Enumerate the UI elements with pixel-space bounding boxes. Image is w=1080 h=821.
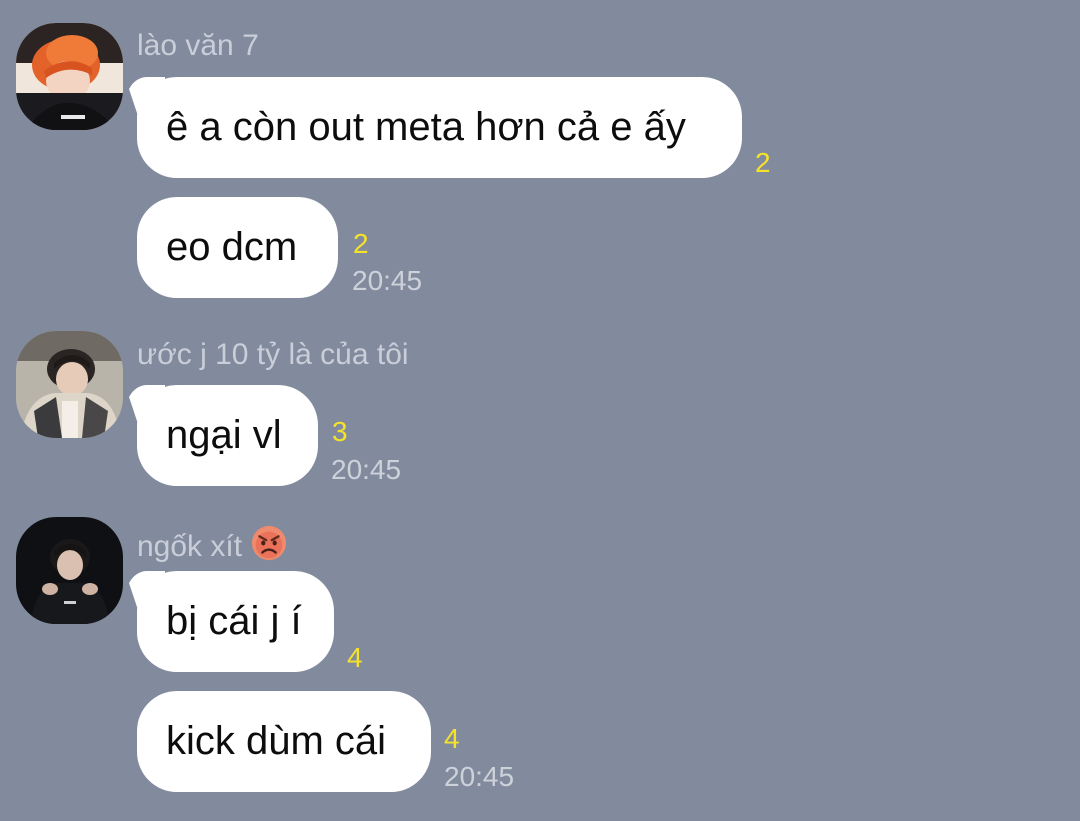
read-count: 3	[332, 416, 348, 447]
avatar-uoc-j-10-ty[interactable]	[16, 331, 123, 438]
read-count: 4	[347, 642, 363, 673]
message-bubble[interactable]: kick dùm cái	[137, 691, 431, 792]
message-bubble[interactable]: ngại vl	[137, 385, 318, 486]
avatar-ngok-xit[interactable]	[16, 517, 123, 624]
sender-name: lào văn 7	[137, 29, 259, 62]
message-text: eo dcm	[166, 225, 298, 269]
user-avatar-dark-icon	[16, 517, 123, 624]
sender-name: ngốk xít	[137, 524, 288, 562]
message-text: bị cái j í	[166, 599, 302, 643]
message-bubble[interactable]: ê a còn out meta hơn cả e ấy	[137, 77, 742, 178]
read-count: 4	[444, 723, 460, 754]
message-text: kick dùm cái	[166, 719, 387, 763]
user-avatar-orange-hair-icon	[16, 23, 123, 130]
message-bubble[interactable]: bị cái j í	[137, 571, 334, 672]
read-count: 2	[353, 228, 369, 259]
angry-face-emoji-icon	[251, 525, 287, 561]
message-text: ngại vl	[166, 413, 282, 457]
sender-name-text: ngốk xít	[137, 530, 243, 563]
message-bubble[interactable]: eo dcm	[137, 197, 338, 298]
avatar-lao-van-7[interactable]	[16, 23, 123, 130]
message-timestamp: 20:45	[444, 761, 515, 792]
read-count: 2	[755, 147, 771, 178]
message-text: ê a còn out meta hơn cả e ấy	[166, 105, 686, 149]
sender-name: ước j 10 tỷ là của tôi	[137, 338, 409, 371]
message-timestamp: 20:45	[331, 454, 402, 485]
message-timestamp: 20:45	[352, 265, 423, 296]
user-avatar-jacket-icon	[16, 331, 123, 438]
